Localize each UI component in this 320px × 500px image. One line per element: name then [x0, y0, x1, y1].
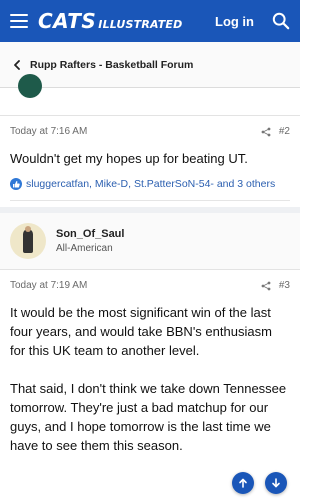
- author-name[interactable]: Son_Of_Saul: [56, 228, 124, 240]
- post-body: Wouldn't get my hopes up for beating UT.: [10, 151, 248, 166]
- post-paragraph: That said, I don't think we take down Te…: [10, 381, 287, 453]
- post-2: Today at 7:16 AM #2 Wouldn't get my hope…: [0, 116, 300, 213]
- share-icon[interactable]: [261, 127, 271, 137]
- reactions-text[interactable]: sluggercatfan, Mike-D, St.PatterSoN-54- …: [26, 178, 275, 190]
- share-icon[interactable]: [261, 281, 271, 291]
- post-paragraph: It would be the most significant win of …: [10, 305, 272, 358]
- like-icon: [10, 178, 22, 190]
- post-meta: Today at 7:19 AM #3: [10, 280, 290, 291]
- search-icon[interactable]: [272, 12, 290, 30]
- site-logo[interactable]: CATS ILLUSTRATED: [38, 9, 182, 33]
- post-meta: Today at 7:16 AM #2: [10, 126, 290, 137]
- post-author-block: Son_Of_Saul All-American: [0, 213, 300, 270]
- reactions-bar[interactable]: sluggercatfan, Mike-D, St.PatterSoN-54- …: [10, 178, 290, 201]
- post-3: Today at 7:19 AM #3 It would be the most…: [0, 270, 300, 455]
- arrow-down-icon: [272, 478, 280, 488]
- previous-post-stub: [0, 74, 300, 116]
- logo-sub-text: ILLUSTRATED: [98, 18, 183, 31]
- post-timestamp[interactable]: Today at 7:19 AM: [10, 280, 87, 291]
- post-body: It would be the most significant win of …: [10, 303, 290, 455]
- scroll-down-button[interactable]: [265, 472, 287, 494]
- menu-icon[interactable]: [10, 14, 28, 28]
- login-button[interactable]: Log in: [215, 14, 254, 29]
- author-rank: All-American: [56, 243, 113, 254]
- post-number[interactable]: #3: [279, 280, 290, 291]
- post-timestamp[interactable]: Today at 7:16 AM: [10, 126, 87, 137]
- arrow-up-icon: [239, 478, 247, 488]
- logo-main-text: CATS: [38, 9, 97, 33]
- breadcrumb[interactable]: Rupp Rafters - Basketball Forum: [0, 42, 300, 88]
- avatar[interactable]: [18, 74, 42, 98]
- breadcrumb-label: Rupp Rafters - Basketball Forum: [30, 58, 194, 71]
- post-number[interactable]: #2: [279, 126, 290, 137]
- avatar[interactable]: [10, 223, 46, 259]
- chevron-left-icon: [14, 59, 20, 70]
- scroll-up-button[interactable]: [232, 472, 254, 494]
- top-navigation-bar: CATS ILLUSTRATED Log in: [0, 0, 300, 42]
